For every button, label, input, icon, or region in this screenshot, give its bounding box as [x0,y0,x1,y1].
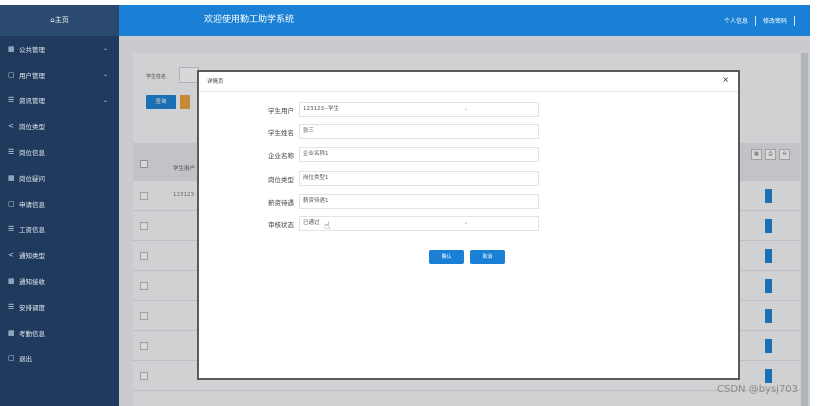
field-value: 已通过 [303,220,320,226]
sidebar: ⌂主页 ▦ 公共管理 ⌄ ▢ 用户管理 ⌄ ☰ 资讯管理 ⌄ < 岗位类型 ☰ 岗位信息 ▦ 岗位疑问 ▢ 申请… [0,5,119,406]
sidebar-item[interactable]: ☰ 岗位信息 [0,139,119,165]
field-row-company: 企业名称 企业名称1 [253,147,539,162]
close-icon[interactable]: × [722,75,729,84]
field-row-review-status: 审核状态 已通过 ⌄ [253,216,539,231]
square-icon: ▢ [8,354,15,363]
field-label: 审核状态 [268,220,294,229]
share-icon: < [8,251,14,260]
sidebar-item-label: 岗位疑问 [19,174,45,183]
dialog-title: 详情页 [199,72,738,92]
field-label: 薪资待遇 [268,198,294,207]
sidebar-item[interactable]: < 通知类型 [0,242,119,268]
sidebar-item[interactable]: ▦ 通知接收 [0,268,119,294]
grid-icon: ▦ [8,277,15,286]
sidebar-item[interactable]: ▦ 公共管理 ⌄ [0,36,119,62]
list-icon: ☰ [8,302,15,311]
header-links: 个人信息 修改密码 [724,5,802,36]
chevron-down-icon: ⌄ [103,96,109,104]
field-row-salary: 薪资待遇 薪资待遇1 [253,194,539,209]
salary-field[interactable]: 薪资待遇1 [299,194,539,209]
sidebar-home-label: 主页 [54,16,69,24]
sidebar-item[interactable]: ▢ 用户管理 ⌄ [0,62,119,88]
company-name-field[interactable]: 企业名称1 [299,147,539,162]
student-name-field[interactable]: 张三 [299,124,539,139]
sidebar-item-label: 退出 [19,355,32,364]
sidebar-item[interactable]: ☰ 安排调度 [0,294,119,320]
chevron-down-icon: ⌄ [103,71,109,79]
grid-icon: ▦ [8,328,15,337]
sidebar-home[interactable]: ⌂主页 [0,5,119,36]
share-icon: < [8,122,14,131]
app-title: 欢迎使用勤工助学系统 [204,15,295,25]
sidebar-item-label: 资讯管理 [19,97,45,106]
list-icon: ☰ [8,225,15,234]
sidebar-item-label: 考勤信息 [19,329,45,338]
list-icon: ☰ [8,96,15,105]
cancel-button[interactable]: 取消 [470,250,505,264]
job-type-field[interactable]: 岗位类型1 [299,171,539,186]
sidebar-item-label: 安排调度 [19,303,45,312]
field-label: 岗位类型 [268,175,294,184]
field-label: 学生用户 [268,106,294,115]
field-row-student-name: 学生姓名 张三 [253,124,539,139]
profile-link[interactable]: 个人信息 [724,16,748,25]
app-root: ⌂主页 ▦ 公共管理 ⌄ ▢ 用户管理 ⌄ ☰ 资讯管理 ⌄ < 岗位类型 ☰ 岗位信息 ▦ 岗位疑问 ▢ 申请… [0,0,840,406]
sidebar-item-label: 用户管理 [19,71,45,80]
sidebar-item-label: 通知类型 [19,252,45,261]
sidebar-item[interactable]: ▦ 考勤信息 [0,320,119,346]
top-header: 欢迎使用勤工助学系统 个人信息 修改密码 [119,5,810,36]
student-user-select[interactable]: 123123--学生 ⌄ [299,102,539,117]
grid-icon: ▦ [8,173,15,182]
sidebar-item-label: 通知接收 [19,278,45,287]
sidebar-item[interactable]: ▦ 岗位疑问 [0,165,119,191]
sidebar-item-label: 岗位信息 [19,149,45,158]
chevron-down-icon: ⌄ [463,106,468,112]
change-password-link[interactable]: 修改密码 [763,16,787,25]
square-icon: ▢ [8,199,15,208]
field-row-job-type: 岗位类型 岗位类型1 [253,171,539,186]
square-icon: ▢ [8,70,15,79]
chevron-down-icon: ⌄ [463,220,468,226]
chevron-down-icon: ⌄ [103,45,109,53]
hand-cursor-icon: ☝ [324,221,331,232]
header-divider [754,15,756,26]
header-divider-right [794,15,795,26]
detail-dialog: 详情页 × 学生用户 123123--学生 ⌄ 学生姓名 张三 企业名称 企业名称… [197,70,740,380]
sidebar-item[interactable]: ▢ 申请信息 [0,191,119,217]
sidebar-item[interactable]: ☰ 工资信息 [0,217,119,243]
sidebar-item-label: 申请信息 [19,200,45,209]
list-icon: ☰ [8,148,15,157]
sidebar-item[interactable]: ▢ 退出 [0,346,119,372]
sidebar-item-label: 工资信息 [19,226,45,235]
sidebar-item[interactable]: ☰ 资讯管理 ⌄ [0,88,119,114]
review-status-select[interactable]: 已通过 ⌄ [299,216,539,231]
grid-icon: ▦ [8,44,15,53]
sidebar-item-label: 公共管理 [19,45,45,54]
field-row-student-user: 学生用户 123123--学生 ⌄ [253,102,539,117]
watermark: CSDN @bysj703 [717,384,799,395]
sidebar-item[interactable]: < 岗位类型 [0,113,119,139]
field-value: 123123--学生 [303,106,339,112]
field-label: 学生姓名 [268,128,294,137]
sidebar-item-label: 岗位类型 [19,123,45,132]
confirm-button[interactable]: 确认 [429,250,464,264]
field-label: 企业名称 [268,151,294,160]
